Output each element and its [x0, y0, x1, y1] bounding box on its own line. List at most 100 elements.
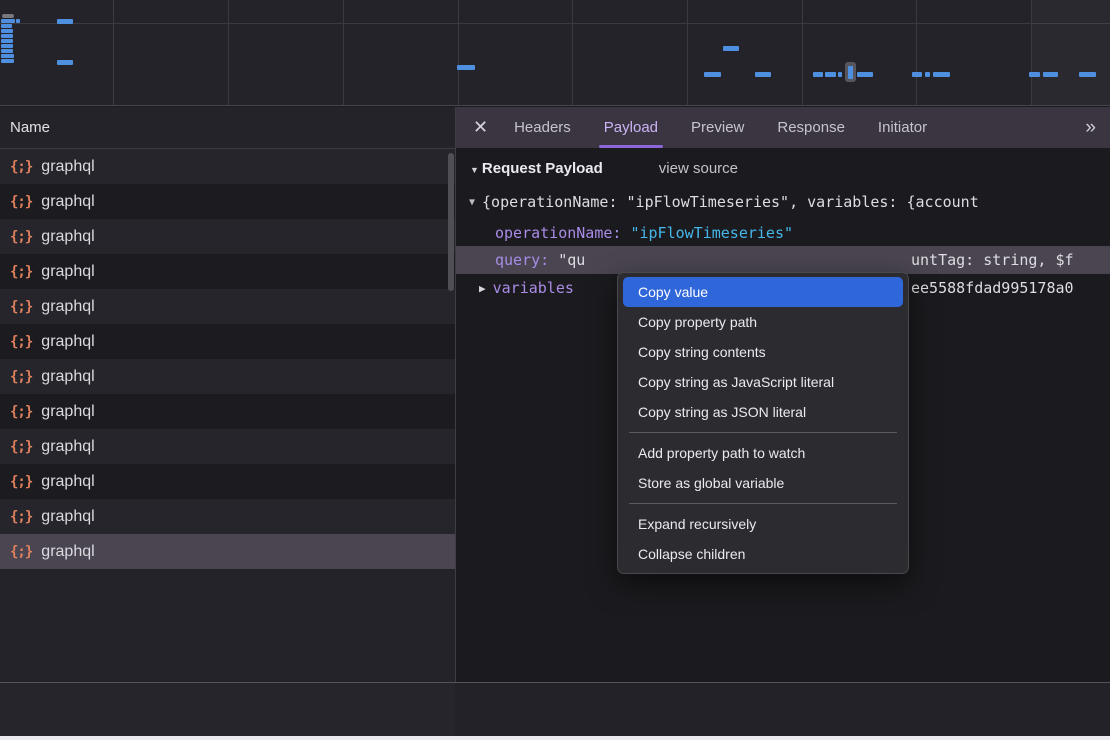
- overview-gridline: [802, 0, 803, 105]
- request-timing-bar: [1043, 72, 1058, 77]
- context-menu: Copy valueCopy property pathCopy string …: [617, 272, 909, 574]
- request-row[interactable]: {;}graphql: [0, 219, 455, 254]
- footer-band-left: [0, 683, 455, 736]
- menu-item-copy-string-contents[interactable]: Copy string contents: [623, 337, 903, 367]
- request-row[interactable]: {;} graphql: [0, 429, 455, 464]
- json-braces-icon: {;}: [10, 159, 32, 175]
- json-braces-icon: {;}: [10, 544, 32, 560]
- menu-item-store-as-global-variable[interactable]: Store as global variable: [623, 468, 903, 498]
- request-payload-section-header[interactable]: ▼ Request Payload view source: [456, 148, 1110, 174]
- json-braces-icon: {;}: [10, 439, 32, 455]
- json-braces-icon: {;}: [10, 474, 32, 490]
- request-timing-bar: [857, 72, 873, 77]
- request-name: graphql: [41, 333, 94, 351]
- request-timing-bar: [1, 44, 13, 48]
- request-timing-bar: [1, 49, 13, 53]
- tab-initiator[interactable]: Initiator: [878, 107, 927, 148]
- request-timing-bar: [933, 72, 950, 77]
- request-row[interactable]: {;}graphql: [0, 289, 455, 324]
- request-row[interactable]: {;} graphql: [0, 324, 455, 359]
- request-list: {;} graphql {;} graphql {;} graphql {;} graphql…: [0, 149, 455, 569]
- request-row[interactable]: {;}graphql: [0, 499, 455, 534]
- json-braces-icon: {;}: [10, 229, 32, 245]
- menu-item-copy-string-as-json-literal[interactable]: Copy string as JSON literal: [623, 397, 903, 427]
- query-row-selected[interactable]: query: "qu untTag: string, $f: [456, 246, 1110, 274]
- request-name: graphql: [41, 543, 94, 561]
- request-row[interactable]: {;} graphql: [0, 184, 455, 219]
- request-list-panel: Name {;}graphql{;}graphql{;}graphql{;}gr…: [0, 107, 455, 683]
- overview-gridline: [458, 0, 459, 105]
- view-source-link[interactable]: view source: [659, 160, 738, 177]
- request-timing-bar: [16, 19, 20, 23]
- request-timing-bar: [813, 72, 823, 77]
- request-timing-bar: [912, 72, 922, 77]
- menu-item-expand-recursively[interactable]: Expand recursively: [623, 509, 903, 539]
- payload-summary-text: {operationName: "ipFlowTimeseries", vari…: [482, 193, 979, 211]
- json-braces-icon: {;}: [10, 299, 32, 315]
- network-overview-timeline[interactable]: [0, 0, 1110, 106]
- property-value-fragment-left: "qu: [558, 251, 585, 269]
- tab-preview[interactable]: Preview: [691, 107, 744, 148]
- menu-item-copy-property-path[interactable]: Copy property path: [623, 307, 903, 337]
- menu-item-copy-value[interactable]: Copy value: [623, 277, 903, 307]
- json-braces-icon: {;}: [10, 509, 32, 525]
- property-key: query:: [495, 251, 549, 269]
- request-timing-bar: [925, 72, 930, 77]
- details-tab-bar: ✕ Headers Payload Preview Response Initiator…: [456, 107, 1110, 148]
- request-timing-bar: [457, 65, 475, 70]
- property-key: operationName:: [495, 224, 621, 242]
- request-timing-bar: [755, 72, 771, 77]
- request-timing-bar: [1, 59, 14, 63]
- request-row[interactable]: {;}graphql: [0, 149, 455, 184]
- devtools-window: Name {;}graphql{;}graphql{;}graphql{;}gr…: [0, 0, 1110, 736]
- overview-horizontal-gridline: [0, 23, 1110, 24]
- tab-headers[interactable]: Headers: [514, 107, 571, 148]
- menu-item-collapse-children[interactable]: Collapse children: [623, 539, 903, 569]
- request-name: graphql: [41, 193, 94, 211]
- section-title: Request Payload: [482, 160, 603, 177]
- json-braces-icon: {;}: [10, 404, 32, 420]
- json-braces-icon: {;}: [10, 194, 32, 210]
- expander-right-icon[interactable]: ▶: [479, 282, 486, 295]
- payload-root-row[interactable]: ▼ {operationName: "ipFlowTimeseries", va…: [456, 190, 1110, 214]
- request-timing-bar: [838, 72, 842, 77]
- request-name: graphql: [41, 368, 94, 386]
- request-timing-bar: [704, 72, 721, 77]
- operation-name-row[interactable]: operationName: "ipFlowTimeseries": [456, 220, 1110, 246]
- request-timing-bar: [2, 14, 14, 18]
- scrollbar-thumb[interactable]: [448, 153, 454, 291]
- property-value: "ipFlowTimeseries": [630, 224, 793, 242]
- menu-item-copy-string-as-javascript-literal[interactable]: Copy string as JavaScript literal: [623, 367, 903, 397]
- request-timing-bar: [1, 54, 14, 58]
- section-expander-icon[interactable]: ▼: [470, 165, 479, 175]
- request-name: graphql: [41, 438, 94, 456]
- request-timing-bar: [57, 60, 73, 65]
- request-row[interactable]: {;}graphql: [0, 359, 455, 394]
- menu-separator: [629, 503, 897, 504]
- expander-down-icon[interactable]: ▼: [469, 197, 475, 208]
- json-braces-icon: {;}: [10, 334, 32, 350]
- request-timing-bar: [848, 66, 853, 79]
- property-value-fragment-right: untTag: string, $f: [911, 246, 1074, 274]
- more-tabs-icon[interactable]: »: [1085, 117, 1110, 139]
- property-value-fragment-right: ee5588fdad995178a0: [911, 274, 1074, 302]
- request-timing-bar: [1079, 72, 1096, 77]
- json-braces-icon: {;}: [10, 264, 32, 280]
- close-icon[interactable]: ✕: [473, 117, 488, 138]
- tab-response[interactable]: Response: [777, 107, 845, 148]
- overview-gridline: [687, 0, 688, 105]
- tab-payload[interactable]: Payload: [604, 107, 658, 148]
- devtools-screenshot: Name {;}graphql{;}graphql{;}graphql{;}gr…: [0, 0, 1110, 740]
- request-name: graphql: [41, 263, 94, 281]
- overview-gridline: [228, 0, 229, 105]
- name-column-header[interactable]: Name: [0, 107, 455, 149]
- request-row[interactable]: {;} graphql: [0, 254, 455, 289]
- request-row[interactable]: {;} graphql: [0, 394, 455, 429]
- menu-item-add-property-path-to-watch[interactable]: Add property path to watch: [623, 438, 903, 468]
- request-name: graphql: [41, 473, 94, 491]
- request-name: graphql: [41, 403, 94, 421]
- request-row[interactable]: {;} graphql: [0, 464, 455, 499]
- request-row[interactable]: {;} graphql: [0, 534, 455, 569]
- overview-gridline: [343, 0, 344, 105]
- request-timing-bar: [825, 72, 836, 77]
